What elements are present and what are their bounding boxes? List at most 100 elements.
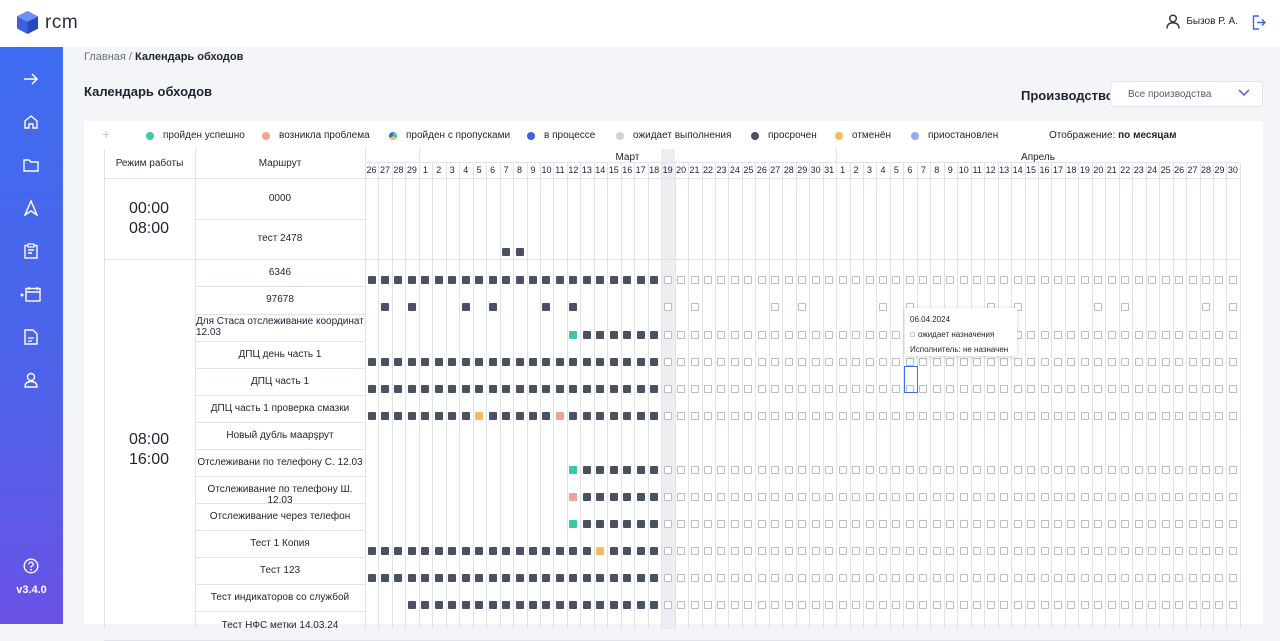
calendar-cell[interactable] [744,384,753,393]
calendar-cell[interactable] [838,275,847,284]
calendar-cell[interactable] [1094,573,1103,582]
calendar-cell[interactable] [677,275,686,284]
calendar-cell[interactable] [1121,465,1130,474]
calendar-cell[interactable] [569,492,578,501]
calendar-cell[interactable] [690,384,699,393]
calendar-cell[interactable] [1000,384,1009,393]
calendar-cell[interactable] [582,519,591,528]
calendar-cell[interactable] [1067,411,1076,420]
calendar-cell[interactable] [1161,411,1170,420]
calendar-cell[interactable] [690,573,699,582]
calendar-cell[interactable] [1148,492,1157,501]
calendar-cell[interactable] [919,357,928,366]
calendar-cell[interactable] [1134,573,1143,582]
calendar-cell[interactable] [798,573,807,582]
calendar-cell[interactable] [650,573,659,582]
calendar-cell[interactable] [650,492,659,501]
calendar-cell[interactable] [878,519,887,528]
calendar-cell[interactable] [1175,275,1184,284]
calendar-cell[interactable] [1013,573,1022,582]
calendar-cell[interactable] [1148,384,1157,393]
calendar-cell[interactable] [1134,600,1143,609]
calendar-cell[interactable] [394,275,403,284]
calendar-cell[interactable] [838,357,847,366]
calendar-cell[interactable] [609,546,618,555]
calendar-cell[interactable] [1013,465,1022,474]
calendar-cell[interactable] [771,384,780,393]
calendar-cell[interactable] [852,546,861,555]
calendar-cell[interactable] [394,384,403,393]
calendar-cell[interactable] [946,465,955,474]
calendar-cell[interactable] [475,600,484,609]
calendar-cell[interactable] [690,600,699,609]
calendar-cell[interactable] [677,384,686,393]
display-mode[interactable]: Отображение: по месяцам [1049,130,1177,141]
calendar-cell[interactable] [1161,275,1170,284]
calendar-cell[interactable] [1121,384,1130,393]
calendar-cell[interactable] [878,384,887,393]
calendar-cell[interactable] [690,492,699,501]
calendar-cell[interactable] [609,519,618,528]
calendar-cell[interactable] [1094,330,1103,339]
calendar-cell[interactable] [1000,465,1009,474]
calendar-cell[interactable] [569,465,578,474]
calendar-cell[interactable] [1080,573,1089,582]
calendar-cell[interactable] [502,357,511,366]
calendar-cell[interactable] [784,411,793,420]
calendar-cell[interactable] [1134,492,1143,501]
calendar-cell[interactable] [757,465,766,474]
calendar-cell[interactable] [623,519,632,528]
calendar-cell[interactable] [946,573,955,582]
calendar-cell[interactable] [636,411,645,420]
calendar-cell[interactable] [704,573,712,582]
calendar-cell[interactable] [582,465,591,474]
calendar-cell[interactable] [502,546,511,555]
calendar-cell[interactable] [367,546,376,555]
calendar-cell[interactable] [1228,546,1237,555]
document-icon[interactable] [20,326,42,348]
calendar-cell[interactable] [636,384,645,393]
calendar-cell[interactable] [1228,275,1237,284]
calendar-cell[interactable] [784,330,793,339]
calendar-cell[interactable] [973,519,982,528]
calendar-cell[interactable] [878,357,887,366]
calendar-cell[interactable] [596,411,605,420]
calendar-cell[interactable] [502,411,511,420]
calendar-cell[interactable] [1215,465,1224,474]
calendar-cell[interactable] [986,411,995,420]
calendar-cell[interactable] [596,330,605,339]
calendar-cell[interactable] [811,492,820,501]
calendar-cell[interactable] [650,411,659,420]
calendar-cell[interactable] [959,492,968,501]
calendar-cell[interactable] [878,492,887,501]
calendar-cell[interactable] [1053,384,1062,393]
calendar-cell[interactable] [623,546,632,555]
calendar-cell[interactable] [1134,519,1143,528]
calendar-cell[interactable] [650,600,659,609]
calendar-cell[interactable] [878,465,887,474]
calendar-cell[interactable] [1202,330,1211,339]
calendar-cell[interactable] [825,600,834,609]
calendar-cell[interactable] [1134,465,1143,474]
calendar-cell[interactable] [582,330,591,339]
calendar-cell[interactable] [717,330,726,339]
calendar-cell[interactable] [663,384,672,393]
calendar-cell[interactable] [1161,600,1170,609]
calendar-cell[interactable] [757,275,766,284]
route-name[interactable]: Отслеживание через телефон [195,511,365,522]
calendar-cell[interactable] [542,546,551,555]
calendar-cell[interactable] [878,275,887,284]
calendar-cell[interactable] [825,357,834,366]
calendar-cell[interactable] [1027,411,1036,420]
calendar-cell[interactable] [1027,519,1036,528]
calendar-cell[interactable] [973,600,982,609]
calendar-cell[interactable] [1067,357,1076,366]
calendar-cell[interactable] [434,357,443,366]
calendar-cell[interactable] [959,411,968,420]
calendar-cell[interactable] [1161,357,1170,366]
calendar-cell[interactable] [421,546,430,555]
calendar-cell[interactable] [582,384,591,393]
calendar-cell[interactable] [986,600,995,609]
calendar-cell[interactable] [609,465,618,474]
calendar-cell[interactable] [475,546,484,555]
